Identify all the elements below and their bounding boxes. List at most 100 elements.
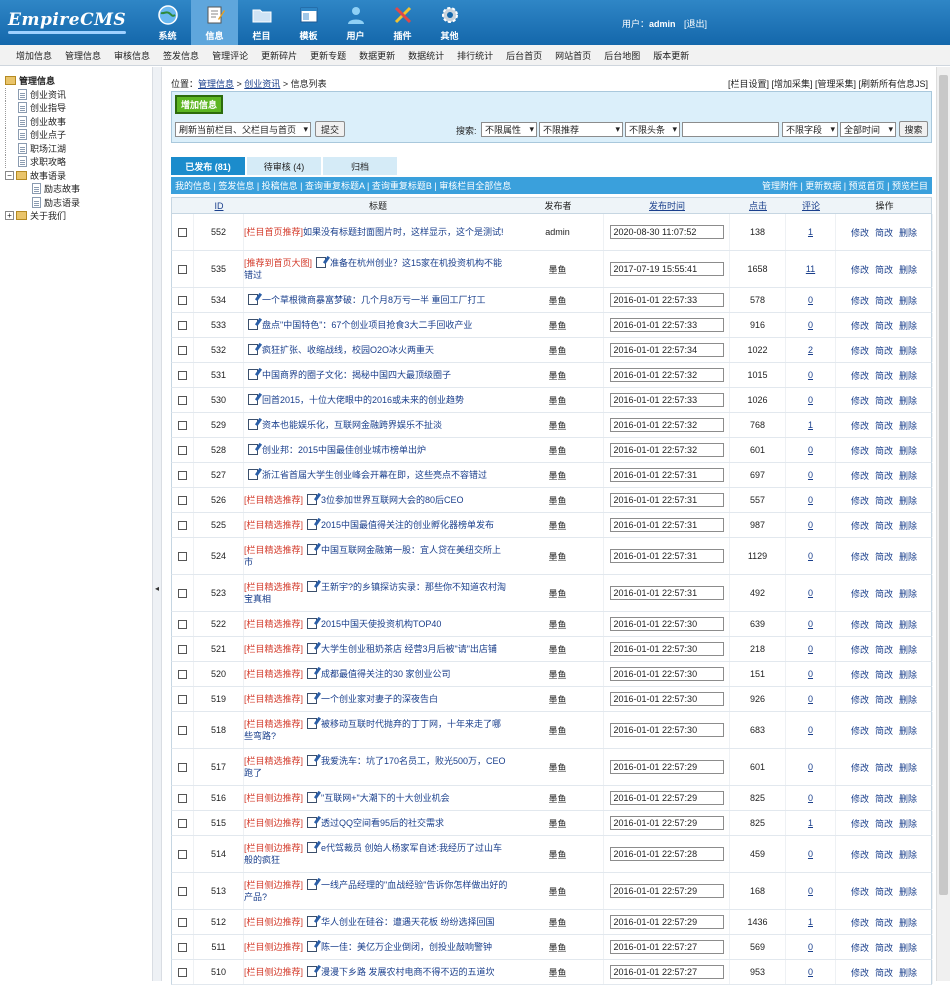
- nav-user[interactable]: 用户: [332, 0, 379, 45]
- nav-folder[interactable]: 栏目: [238, 0, 285, 45]
- edit-link[interactable]: 修改: [851, 369, 869, 382]
- edit-link[interactable]: 修改: [851, 817, 869, 830]
- quick-edit-link[interactable]: 简改: [875, 263, 893, 276]
- top-links[interactable]: [栏目设置] [增加采集] [管理采集] [刷新所有信息JS]: [728, 77, 928, 90]
- row-comments-link[interactable]: 0: [808, 762, 813, 772]
- row-tag[interactable]: [栏目精选推荐]: [244, 756, 303, 766]
- row-checkbox[interactable]: [178, 227, 187, 237]
- row-checkbox[interactable]: [178, 470, 187, 480]
- tree-folder[interactable]: − 故事语录: [5, 169, 80, 183]
- row-time-input[interactable]: 2016-01-01 22:57:29: [609, 884, 724, 898]
- subnav-item[interactable]: 审核信息: [114, 49, 150, 62]
- row-comments-link[interactable]: 0: [808, 445, 813, 455]
- subnav-item[interactable]: 管理信息: [65, 49, 101, 62]
- row-title-link[interactable]: 2015中国天使投资机构TOP40: [321, 619, 441, 629]
- row-comments-link[interactable]: 0: [808, 520, 813, 530]
- row-time-input[interactable]: 2016-01-01 22:57:30: [609, 617, 724, 631]
- row-time-input[interactable]: 2016-01-01 22:57:29: [609, 791, 724, 805]
- tree-root[interactable]: 管理信息: [5, 74, 80, 88]
- subnav-item[interactable]: 数据更新: [359, 49, 395, 62]
- row-tag[interactable]: [栏目精选推荐]: [244, 582, 303, 592]
- delete-link[interactable]: 删除: [899, 792, 917, 805]
- delete-link[interactable]: 删除: [899, 817, 917, 830]
- edit-link[interactable]: 修改: [851, 668, 869, 681]
- row-title-link[interactable]: 浙江省首届大学生创业峰会开幕在即，这些亮点不容错过: [262, 470, 487, 480]
- row-title-link[interactable]: 资本也能娱乐化，互联网金融跨界娱乐不扯淡: [262, 420, 442, 430]
- tree-subitem[interactable]: 励志语录: [5, 196, 80, 210]
- row-checkbox[interactable]: [178, 370, 187, 380]
- tab-published[interactable]: 已发布 (81): [171, 157, 245, 175]
- scrollbar-thumb[interactable]: [939, 75, 948, 895]
- edit-link[interactable]: 修改: [851, 444, 869, 457]
- submit-button[interactable]: 提交: [315, 121, 345, 137]
- row-comments-link[interactable]: 0: [808, 644, 813, 654]
- edit-link[interactable]: 修改: [851, 693, 869, 706]
- delete-link[interactable]: 删除: [899, 369, 917, 382]
- row-comments-link[interactable]: 0: [808, 295, 813, 305]
- add-info-button[interactable]: 增加信息: [175, 95, 223, 114]
- row-comments-link[interactable]: 0: [808, 320, 813, 330]
- row-checkbox[interactable]: [178, 420, 187, 430]
- row-tag[interactable]: [栏目侧边推荐]: [244, 793, 303, 803]
- row-tag[interactable]: [栏目侧边推荐]: [244, 818, 303, 828]
- row-comments-link[interactable]: 0: [808, 849, 813, 859]
- row-title-link[interactable]: 疯狂扩张、收缩战线，校园O2O冰火两重天: [262, 345, 434, 355]
- row-comments-link[interactable]: 0: [808, 370, 813, 380]
- edit-link[interactable]: 修改: [851, 885, 869, 898]
- row-tag[interactable]: [推荐到首页大图]: [244, 258, 312, 268]
- row-comments-link[interactable]: 0: [808, 725, 813, 735]
- quick-edit-link[interactable]: 简改: [875, 369, 893, 382]
- subnav-item[interactable]: 管理评论: [212, 49, 248, 62]
- collapse-box-icon[interactable]: −: [5, 170, 14, 180]
- delete-link[interactable]: 删除: [899, 419, 917, 432]
- row-comments-link[interactable]: 1: [808, 420, 813, 430]
- field-select[interactable]: 不限字段: [782, 122, 838, 137]
- edit-link[interactable]: 修改: [851, 618, 869, 631]
- row-tag[interactable]: [栏目精选推荐]: [244, 669, 303, 679]
- row-comments-link[interactable]: 0: [808, 470, 813, 480]
- row-comments-link[interactable]: 0: [808, 495, 813, 505]
- subnav-item[interactable]: 更新碎片: [261, 49, 297, 62]
- row-title-link[interactable]: 3位参加世界互联网大会的80后CEO: [321, 495, 464, 505]
- row-time-input[interactable]: 2016-01-01 22:57:31: [609, 549, 724, 563]
- delete-link[interactable]: 删除: [899, 941, 917, 954]
- row-time-input[interactable]: 2016-01-01 22:57:31: [609, 586, 724, 600]
- row-time-input[interactable]: 2016-01-01 22:57:30: [609, 667, 724, 681]
- empirecms-logo[interactable]: EmpireCMS: [8, 10, 126, 34]
- logout-link[interactable]: [退出]: [684, 19, 707, 29]
- row-time-input[interactable]: 2016-01-01 22:57:32: [609, 443, 724, 457]
- row-checkbox[interactable]: [178, 445, 187, 455]
- delete-link[interactable]: 删除: [899, 724, 917, 737]
- row-comments-link[interactable]: 0: [808, 551, 813, 561]
- edit-link[interactable]: 修改: [851, 792, 869, 805]
- edit-link[interactable]: 修改: [851, 916, 869, 929]
- quick-edit-link[interactable]: 简改: [875, 885, 893, 898]
- row-comments-link[interactable]: 0: [808, 886, 813, 896]
- quick-edit-link[interactable]: 简改: [875, 587, 893, 600]
- row-time-input[interactable]: 2016-01-01 22:57:32: [609, 418, 724, 432]
- row-checkbox[interactable]: [178, 942, 187, 952]
- quick-edit-link[interactable]: 简改: [875, 226, 893, 239]
- row-time-input[interactable]: 2016-01-01 22:57:28: [609, 847, 724, 861]
- row-checkbox[interactable]: [178, 818, 187, 828]
- delete-link[interactable]: 删除: [899, 550, 917, 563]
- delete-link[interactable]: 删除: [899, 263, 917, 276]
- subnav-item[interactable]: 签发信息: [163, 49, 199, 62]
- quick-edit-link[interactable]: 简改: [875, 761, 893, 774]
- row-tag[interactable]: [栏目侧边推荐]: [244, 843, 303, 853]
- row-tag[interactable]: [栏目精选推荐]: [244, 644, 303, 654]
- nav-document-edit[interactable]: 信息: [191, 0, 238, 45]
- delete-link[interactable]: 删除: [899, 319, 917, 332]
- row-comments-link[interactable]: 11: [806, 264, 815, 274]
- subnav-item[interactable]: 数据统计: [408, 49, 444, 62]
- edit-link[interactable]: 修改: [851, 226, 869, 239]
- row-time-input[interactable]: 2016-01-01 22:57:27: [609, 940, 724, 954]
- tree-item[interactable]: 创业资讯: [5, 87, 80, 102]
- delete-link[interactable]: 删除: [899, 344, 917, 357]
- delete-link[interactable]: 删除: [899, 469, 917, 482]
- row-checkbox[interactable]: [178, 619, 187, 629]
- row-tag[interactable]: [栏目侧边推荐]: [244, 942, 303, 952]
- quick-edit-link[interactable]: 简改: [875, 294, 893, 307]
- subnav-item[interactable]: 后台首页: [506, 49, 542, 62]
- row-time-input[interactable]: 2016-01-01 22:57:30: [609, 723, 724, 737]
